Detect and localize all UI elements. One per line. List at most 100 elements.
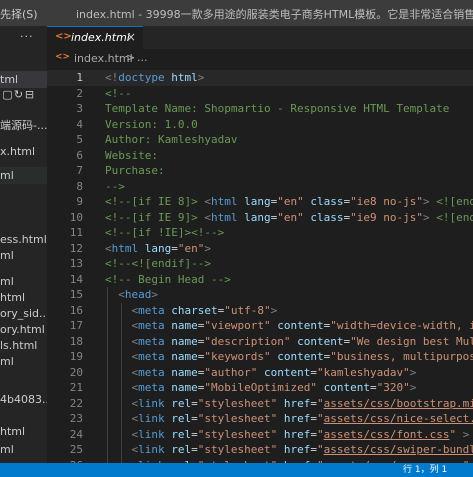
code-line[interactable]: 9 <!--[if IE 8]> <html lang="en" class="i… [47, 194, 473, 210]
code-token: "business, multipurpose, e [330, 350, 473, 363]
sidebar-file-item[interactable]: ess.html [0, 231, 47, 248]
code-text: <!-- [105, 86, 132, 102]
code-token: content [270, 319, 324, 332]
code-token: meta [138, 319, 165, 332]
code-line[interactable]: 3 Template Name: Shopmartio - Responsive … [47, 101, 473, 117]
collapse-all-icon[interactable]: ⊟ [24, 88, 35, 101]
code-token: meta [138, 334, 165, 348]
sidebar-file-item[interactable]: ml [0, 441, 47, 458]
code-line[interactable]: 15 <head> [47, 287, 473, 303]
code-token: < [105, 365, 139, 379]
code-token: name [164, 334, 198, 348]
code-line[interactable]: 16 <meta charset="utf-8"> [47, 302, 473, 318]
sidebar-file-item[interactable]: ml [0, 273, 47, 290]
sidebar-file-item[interactable]: ml [0, 167, 47, 184]
code-line[interactable]: 13 <!--<![endif]--> [47, 256, 473, 272]
code-token: content [316, 381, 370, 394]
collapse-folders-icon[interactable]: ▢ [2, 88, 13, 101]
code-token: href [277, 396, 311, 410]
more-actions-icon[interactable]: ··· [20, 30, 34, 43]
code-token: meta [138, 350, 165, 363]
sidebar-file-item[interactable]: ls.html [0, 337, 47, 354]
html-file-icon: <> [55, 31, 72, 42]
sidebar-file-item[interactable]: ml [0, 247, 47, 264]
code-token: html [111, 241, 139, 255]
code-line[interactable]: 20 <meta name="author" content="kamleshy… [47, 364, 473, 380]
code-line[interactable]: 22 <link rel="stylesheet" href="assets/c… [47, 395, 473, 411]
sidebar-file-item[interactable]: ory_sid... [0, 305, 47, 322]
code-line[interactable]: 17 <meta name="viewport" content="width=… [47, 318, 473, 334]
code-token: --> [105, 179, 125, 193]
code-token: assets/css/bootstrap.min.css [323, 396, 473, 410]
code-line[interactable]: 4 Version: 1.0.0 [47, 117, 473, 133]
code-token: = [191, 427, 198, 441]
sidebar-file-item[interactable]: x.html [0, 143, 47, 160]
line-number: 25 [69, 443, 83, 456]
sidebar-file-item[interactable]: 端源码-... [0, 117, 47, 134]
code-token: Version: 1.0.0 [105, 117, 198, 131]
sidebar-file-item[interactable]: html [0, 289, 47, 306]
code-line[interactable]: 2 <!-- [47, 86, 473, 102]
code-line[interactable]: 19 <meta name="keywords" content="busine… [47, 349, 473, 365]
code-token: > [151, 288, 158, 301]
sidebar-file-item[interactable]: tml [0, 71, 47, 88]
code-line[interactable]: 23 <link rel="stylesheet" href="assets/c… [47, 411, 473, 427]
code-text: <html lang="en"> [105, 241, 211, 257]
breadcrumb-more[interactable]: ... [137, 51, 148, 64]
breadcrumb-file[interactable]: index.html [74, 52, 133, 65]
code-text: <!--[if IE 8]> <html lang="en" class="ie… [105, 194, 473, 210]
code-token: = [310, 396, 317, 410]
code-line[interactable]: 24 <link rel="stylesheet" href="assets/c… [47, 426, 473, 442]
code-token: <!-- Begin Head --> [105, 272, 231, 286]
sidebar-file-item[interactable]: ory.html [0, 321, 47, 338]
code-line[interactable]: 1 <!doctype html> [47, 70, 473, 86]
code-token: Template Name: Shopmartio - Responsive H… [105, 102, 450, 115]
code-token: head [124, 288, 152, 301]
code-token: "en" [277, 195, 304, 208]
sidebar-file-item[interactable]: html [0, 423, 47, 440]
code-token: Author: Kamleshyadav [105, 133, 238, 146]
cursor-position[interactable]: 行 1，列 1 [403, 463, 447, 477]
code-text: <!doctype html> [105, 70, 204, 86]
code-token: = [310, 412, 317, 425]
code-token: = [171, 241, 178, 255]
sidebar-file-item[interactable]: 4b4083... [0, 391, 47, 408]
code-token: < [105, 350, 139, 363]
tab-index-html[interactable]: <> index.html × [47, 26, 143, 49]
code-line[interactable]: 6 Website: [47, 148, 473, 164]
code-line[interactable]: 5 Author: Kamleshyadav [47, 132, 473, 148]
code-line[interactable]: 18 <meta name="description" content="We … [47, 333, 473, 349]
line-number: 18 [69, 334, 83, 348]
code-token: > [456, 427, 470, 441]
code-text: Version: 1.0.0 [105, 117, 198, 133]
code-text: Purchase: [105, 163, 165, 179]
sidebar-file-item[interactable]: ml [0, 353, 47, 370]
line-number: 8 [76, 179, 83, 193]
line-number: 9 [76, 195, 83, 208]
code-line[interactable]: 8 --> [47, 179, 473, 195]
code-text: Author: Kamleshyadav [105, 132, 237, 148]
close-icon[interactable]: × [126, 30, 136, 44]
code-line[interactable]: 21 <meta name="MobileOptimized" content=… [47, 380, 473, 396]
code-line[interactable]: 12 <html lang="en"> [47, 241, 473, 257]
menu-selection[interactable]: 先择(S) [0, 6, 38, 22]
code-token: "MobileOptimized" [204, 381, 317, 394]
line-number: 5 [76, 133, 83, 146]
code-token: > [409, 381, 417, 394]
code-token: < [105, 381, 139, 394]
code-token: > [422, 195, 430, 208]
code-line[interactable]: 10 <!--[if IE 9]> <html lang="en" class="… [47, 210, 473, 226]
tab-bar: <> index.html × [47, 26, 473, 49]
code-token: "viewport" [204, 319, 271, 332]
refresh-icon[interactable]: ↻ [13, 88, 24, 101]
code-line[interactable]: 14 <!-- Begin Head --> [47, 272, 473, 288]
code-token: lang [237, 195, 271, 208]
code-line[interactable]: 25 <link rel="stylesheet" href="assets/c… [47, 442, 473, 458]
line-number: 4 [76, 117, 83, 131]
code-line[interactable]: 11 <!--[if !IE]><!--> [47, 225, 473, 241]
code-line[interactable]: 7 Purchase: [47, 163, 473, 179]
code-editor[interactable]: 1 <!doctype html> 2 <!-- 3 Template Name: Sho… [47, 67, 473, 463]
code-token: href [277, 443, 311, 456]
code-token: link [138, 396, 165, 410]
code-token: <!--[if IE 8]> [105, 195, 205, 208]
